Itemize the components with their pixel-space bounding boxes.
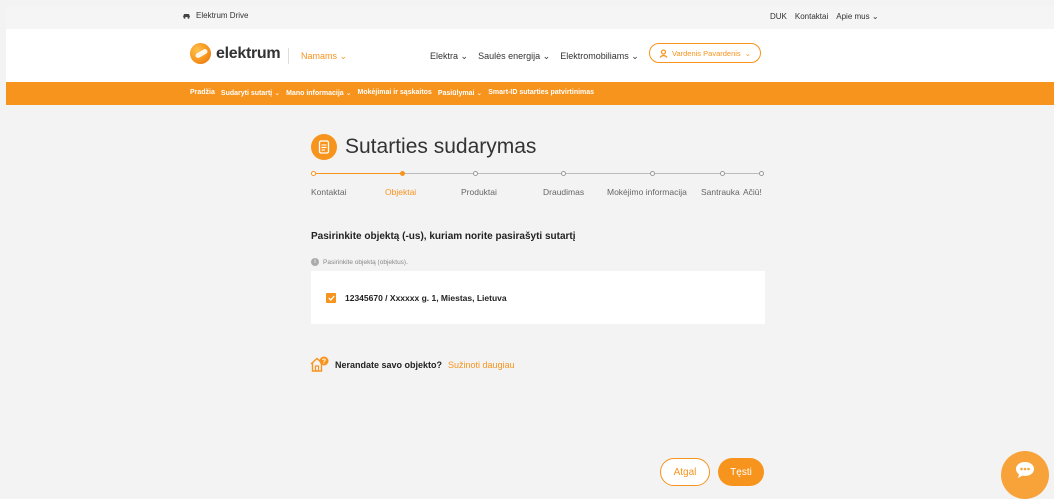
utility-links: DUK Kontaktai Apie mus ⌄ (770, 12, 879, 21)
subnav-offers[interactable]: Pasiūlymai ⌄ (438, 89, 482, 97)
step-label-mokejimo: Mokėjimo informacija (607, 187, 687, 197)
page: Elektrum Drive DUK Kontaktai Apie mus ⌄ … (6, 6, 1054, 499)
chevron-down-icon: ⌄ (871, 12, 879, 21)
object-not-found: ? Nerandate savo objekto? Sužinoti daugi… (309, 356, 515, 373)
continue-button[interactable]: Tęsti (718, 458, 764, 486)
object-label[interactable]: 12345670 / Xxxxxx g. 1, Miestas, Lietuva (345, 293, 507, 303)
logo-mark-icon (190, 43, 211, 64)
nav-item-solar[interactable]: Saulės energija ⌄ (478, 51, 550, 62)
user-name: Vardenis Pavardenis (672, 48, 741, 58)
page-heading: Sutarties sudarymas (311, 134, 536, 160)
object-card: 12345670 / Xxxxxx g. 1, Miestas, Lietuva (311, 271, 765, 324)
house-question-icon: ? (310, 356, 329, 372)
user-menu-button[interactable]: Vardenis Pavardenis ⌄ (649, 43, 761, 63)
step-label-produktai: Produktai (461, 187, 497, 197)
elektrum-drive-link[interactable]: Elektrum Drive (182, 11, 248, 20)
subnav-my-info[interactable]: Mano informacija ⌄ (286, 89, 351, 97)
account-subnav: Pradžia Sudaryti sutartį ⌄ Mano informac… (6, 82, 1054, 105)
main-nav: Elektra ⌄ Saulės energija ⌄ Elektromobil… (430, 51, 639, 62)
main-header: elektrum Namams ⌄ Elektra ⌄ Saulės energ… (6, 29, 1054, 82)
step-dot-produktai (473, 171, 478, 176)
contacts-link[interactable]: Kontaktai (795, 12, 828, 21)
document-icon (311, 134, 337, 160)
user-icon (659, 48, 668, 58)
subnav-home[interactable]: Pradžia (190, 89, 215, 97)
subnav-label: Mano informacija (286, 90, 344, 97)
chevron-down-icon: ⌄ (476, 90, 483, 97)
nav-item-elektra[interactable]: Elektra ⌄ (430, 51, 468, 62)
hint-text: Pasirinkite objektą (objektus). (323, 258, 408, 266)
chevron-down-icon: ⌄ (631, 51, 639, 61)
not-found-question: Nerandate savo objekto? (335, 359, 443, 370)
car-icon (183, 14, 190, 19)
subnav-label: Pasiūlymai (437, 90, 475, 97)
step-dot-mokejimo (650, 171, 655, 176)
stepper-line-pending (403, 173, 761, 174)
chevron-down-icon: ⌄ (274, 90, 281, 97)
stepper-line-done (313, 173, 403, 174)
step-dot-santrauka (720, 171, 725, 176)
subnav-contract[interactable]: Sudaryti sutartį ⌄ (221, 89, 280, 97)
utility-bar: Elektrum Drive DUK Kontaktai Apie mus ⌄ (6, 6, 1054, 29)
nav-item-label: Elektromobiliams (560, 51, 629, 61)
step-dot-aciu (759, 171, 764, 176)
about-link[interactable]: Apie mus ⌄ (836, 12, 878, 21)
subnav-label: Sudaryti sutartį (220, 90, 273, 97)
chat-icon (1016, 462, 1034, 478)
learn-more-link[interactable]: Sužinoti daugiau (448, 360, 515, 370)
step-dot-objektai (400, 171, 405, 176)
svg-text:?: ? (322, 359, 326, 366)
chevron-down-icon: ⌄ (542, 51, 551, 61)
select-object-hint: i Pasirinkite objektą (objektus). (311, 258, 408, 266)
step-dot-draudimas (561, 171, 566, 176)
chevron-down-icon: ⌄ (460, 51, 469, 61)
subnav-payments[interactable]: Mokėjimai ir sąskaitos (358, 89, 432, 97)
logo-text: elektrum (216, 44, 281, 62)
step-label-draudimas: Draudimas (543, 187, 585, 197)
chevron-down-icon: ⌄ (744, 48, 751, 58)
faq-link[interactable]: DUK (770, 12, 787, 21)
back-button[interactable]: Atgal (660, 458, 710, 486)
select-object-heading: Pasirinkite objektą (-us), kuriam norite… (311, 231, 576, 242)
chevron-down-icon: ⌄ (339, 51, 348, 61)
info-icon: i (311, 258, 319, 266)
step-label-kontaktai[interactable]: Kontaktai (311, 187, 346, 197)
nav-item-label: Elektra (430, 51, 459, 61)
nav-item-ev[interactable]: Elektromobiliams ⌄ (560, 51, 639, 62)
step-label-objektai: Objektai (385, 187, 417, 197)
step-label-santrauka: Santrauka (701, 187, 740, 197)
subnav-smart-id[interactable]: Smart-ID sutarties patvirtinimas (488, 89, 594, 97)
chevron-down-icon: ⌄ (345, 90, 352, 97)
elektrum-drive-label: Elektrum Drive (196, 11, 249, 20)
page-title: Sutarties sudarymas (345, 135, 537, 158)
step-dot-kontaktai[interactable] (311, 171, 316, 176)
nav-item-label: Saulės energija (478, 51, 541, 61)
step-label-aciu: Ačiū! (743, 187, 762, 197)
object-checkbox[interactable] (326, 293, 336, 303)
elektrum-logo[interactable]: elektrum (190, 43, 281, 64)
header-divider (288, 48, 289, 64)
progress-stepper: Kontaktai Objektai Produktai Draudimas M… (311, 171, 764, 201)
about-link-label: Apie mus (836, 12, 870, 21)
segment-label: Namams (301, 51, 338, 61)
chat-button[interactable] (1001, 451, 1049, 499)
checkbox-check-icon (327, 295, 335, 301)
segment-dropdown[interactable]: Namams ⌄ (301, 51, 347, 62)
